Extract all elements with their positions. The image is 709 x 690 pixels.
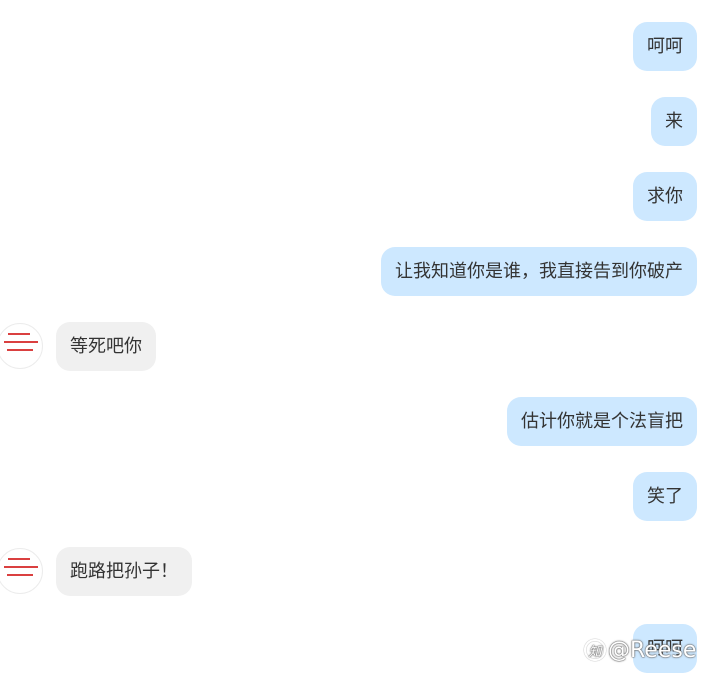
avatar-mark xyxy=(4,341,38,343)
avatar-mark xyxy=(8,333,30,335)
zhihu-logo-icon: 知 xyxy=(584,639,606,661)
message-text: 求你 xyxy=(647,186,683,207)
message-text: 来 xyxy=(665,111,683,132)
message-bubble-sent[interactable]: 呵呵 xyxy=(633,624,697,673)
chat-conversation: 呵呵 来 求你 让我知道你是谁，我直接告到你破产 等死吧你 估计你就是个法盲把 … xyxy=(0,0,709,690)
message-bubble-sent[interactable]: 来 xyxy=(651,97,697,146)
message-text: 呵呵 xyxy=(647,638,683,659)
message-text: 让我知道你是谁，我直接告到你破产 xyxy=(395,261,683,282)
contact-avatar[interactable] xyxy=(0,323,43,369)
avatar-mark xyxy=(4,566,38,568)
message-text: 呵呵 xyxy=(647,36,683,57)
avatar-mark xyxy=(8,558,30,560)
message-bubble-sent[interactable]: 呵呵 xyxy=(633,22,697,71)
message-text: 估计你就是个法盲把 xyxy=(521,411,683,432)
message-bubble-received[interactable]: 等死吧你 xyxy=(56,322,156,371)
message-bubble-received[interactable]: 跑路把孙子！ xyxy=(56,547,192,596)
avatar-mark xyxy=(7,574,33,576)
message-bubble-sent[interactable]: 估计你就是个法盲把 xyxy=(507,397,697,446)
message-bubble-sent[interactable]: 笑了 xyxy=(633,472,697,521)
message-text: 跑路把孙子！ xyxy=(70,561,178,582)
contact-avatar[interactable] xyxy=(0,548,43,594)
message-text: 等死吧你 xyxy=(70,336,142,357)
message-text: 笑了 xyxy=(647,486,683,507)
message-bubble-sent[interactable]: 求你 xyxy=(633,172,697,221)
avatar-mark xyxy=(7,349,33,351)
message-bubble-sent[interactable]: 让我知道你是谁，我直接告到你破产 xyxy=(381,247,697,296)
